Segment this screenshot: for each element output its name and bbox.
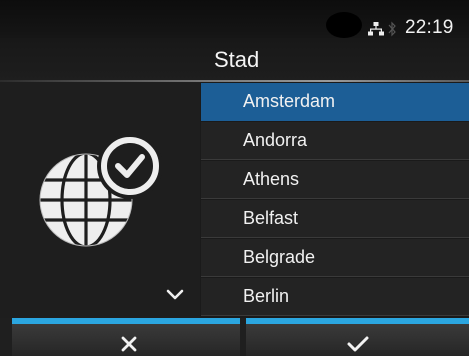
city-label: Athens bbox=[243, 169, 300, 189]
soft-key-bar bbox=[0, 318, 469, 356]
clock: 22:19 bbox=[405, 17, 454, 38]
city-label: Belgrade bbox=[243, 247, 316, 267]
printer-display: 22:19 Stad Amsterdam Andorra Athens Belf… bbox=[0, 0, 469, 356]
header: Stad bbox=[0, 38, 469, 82]
city-item-andorra[interactable]: Andorra bbox=[201, 122, 469, 160]
city-label: Amsterdam bbox=[243, 91, 336, 111]
city-item-belfast[interactable]: Belfast bbox=[201, 200, 469, 238]
city-item-athens[interactable]: Athens bbox=[201, 161, 469, 199]
city-label: Belfast bbox=[243, 208, 299, 228]
city-label: Andorra bbox=[243, 130, 308, 150]
network-icon bbox=[368, 22, 384, 36]
left-panel bbox=[0, 82, 200, 318]
status-indicator bbox=[326, 12, 362, 38]
status-bar: 22:19 bbox=[0, 0, 469, 38]
city-list: Amsterdam Andorra Athens Belfast Belgrad… bbox=[201, 83, 469, 318]
close-icon bbox=[121, 336, 137, 352]
checkmark-icon bbox=[347, 336, 369, 352]
page-title: Stad bbox=[214, 47, 260, 72]
chevron-down-icon[interactable] bbox=[166, 288, 184, 300]
confirm-button[interactable] bbox=[246, 318, 469, 356]
city-item-berlin[interactable]: Berlin bbox=[201, 278, 469, 316]
city-label: Berlin bbox=[243, 286, 290, 306]
city-item-belgrade[interactable]: Belgrade bbox=[201, 239, 469, 277]
cancel-button[interactable] bbox=[12, 318, 240, 356]
bluetooth-icon bbox=[388, 21, 396, 37]
globe-clock-icon bbox=[39, 133, 163, 247]
city-item-amsterdam[interactable]: Amsterdam bbox=[201, 83, 469, 121]
